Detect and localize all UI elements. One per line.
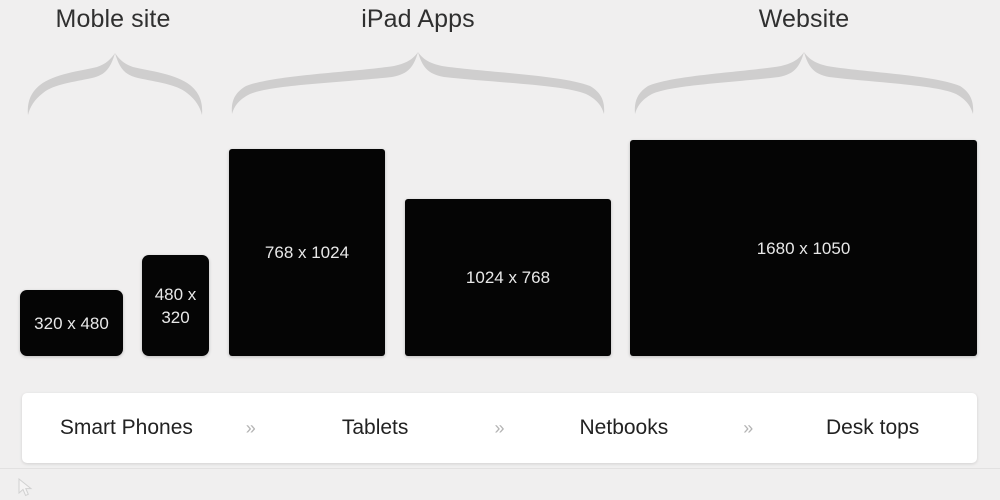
screen-label-320x480: 320 x 480 [34,313,109,333]
brace-website [628,52,980,114]
group-label-website: Website [758,5,850,33]
screen-box-768x1024: 768 x 1024 [229,149,385,356]
breadcrumb-separator-icon: » [743,417,754,438]
screen-label-1024x768: 1024 x 768 [465,268,551,287]
screen-label-480x320: 480 x 320 [154,284,197,327]
group-label-mobile-site: Moble site [55,5,171,33]
brace-mobile-site [18,53,212,115]
bottom-divider [0,468,1000,469]
screen-box-1024x768: 1024 x 768 [405,199,611,356]
screen-label-768x1024: 768 x 1024 [264,243,350,262]
responsive-breakpoints-diagram: Moble site iPad Apps Website 320 x 480 4… [0,0,1000,500]
breadcrumb-item-tablets[interactable]: Tablets [271,415,480,441]
screen-label-1680x1050: 1680 x 1050 [756,238,851,258]
device-breadcrumb-bar: Smart Phones » Tablets » Netbooks » Desk… [22,393,977,463]
breadcrumb-separator-icon: » [494,417,505,438]
breadcrumb-separator-icon: » [245,417,256,438]
mouse-cursor-icon [18,478,34,498]
screen-box-1680x1050: 1680 x 1050 [630,140,977,356]
breadcrumb-item-smart-phones[interactable]: Smart Phones [22,415,231,441]
screen-box-480x320: 480 x 320 [142,255,209,356]
breadcrumb-item-desk-tops[interactable]: Desk tops [768,415,977,441]
breadcrumb-item-netbooks[interactable]: Netbooks [520,415,729,441]
group-label-ipad-apps: iPad Apps [361,5,475,33]
screen-box-320x480: 320 x 480 [20,290,123,356]
brace-ipad-apps [224,52,612,114]
